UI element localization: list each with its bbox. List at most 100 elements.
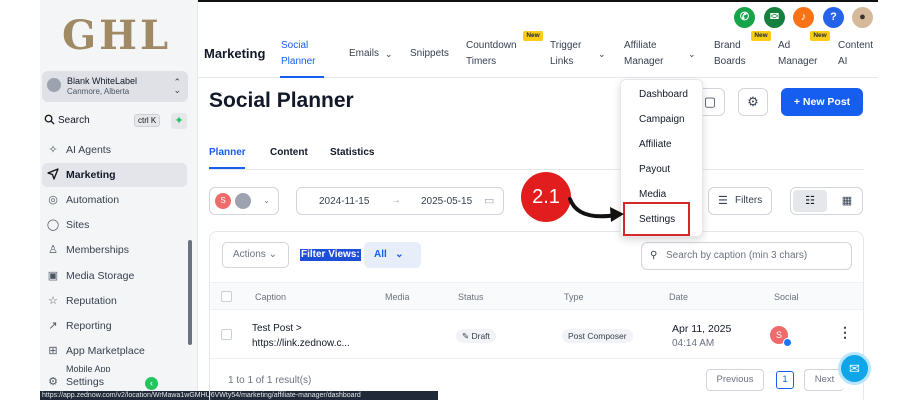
sidebar-search[interactable]: Search ctrl K xyxy=(42,112,168,130)
sidebar-item-media-storage[interactable]: ▣ Media Storage xyxy=(42,264,187,288)
tab-ad-manager[interactable]: Ad Manager xyxy=(778,38,817,70)
account-avatar xyxy=(47,78,61,92)
more-options-icon[interactable]: ⋮ xyxy=(838,324,852,341)
filter-views-select[interactable]: All ⌄ xyxy=(364,242,421,268)
select-all-checkbox[interactable] xyxy=(221,291,232,302)
annotation-arrow xyxy=(568,197,624,222)
menu-item-media[interactable]: Media xyxy=(639,189,666,200)
calendar-view-icon[interactable]: ▦ xyxy=(834,190,860,212)
tab-label: Trigger Links xyxy=(550,40,582,67)
filter-views-label: Filter Views: xyxy=(300,249,361,261)
date-to: 2025-05-15 xyxy=(421,196,473,207)
menu-item-dashboard[interactable]: Dashboard xyxy=(639,89,688,100)
column-caption: Caption xyxy=(255,292,287,302)
sidebar-item-reputation[interactable]: ☆ Reputation xyxy=(42,289,187,313)
chevron-down-icon: ⌄ xyxy=(268,249,277,260)
filter-views-value: All xyxy=(374,249,387,260)
tab-brand-boards[interactable]: Brand Boards xyxy=(714,38,746,70)
chat-widget-button[interactable]: ✉ xyxy=(838,352,871,385)
collapse-sidebar-button[interactable]: ‹ xyxy=(145,377,158,390)
post-date: Apr 11, 2025 xyxy=(672,323,732,335)
grid-icon: ⊞ xyxy=(48,345,58,357)
tab-label: Ad Manager xyxy=(778,40,818,67)
tab-content[interactable]: Content xyxy=(270,147,308,158)
sparkle-icon: ✧ xyxy=(48,144,58,156)
user-avatar[interactable]: ● xyxy=(852,7,873,28)
active-tab-indicator xyxy=(280,76,324,78)
tab-snippets[interactable]: Snippets xyxy=(410,46,449,62)
menu-item-payout[interactable]: Payout xyxy=(639,164,670,175)
tab-social-planner[interactable]: Social Planner xyxy=(281,38,315,70)
sidebar-scrollbar[interactable] xyxy=(188,240,192,345)
tab-planner[interactable]: Planner xyxy=(209,147,246,158)
account-switcher[interactable]: Blank WhiteLabel Canmore, Alberta ⌃ ⌄ xyxy=(42,71,188,102)
tab-label: Affiliate Manager xyxy=(624,40,664,67)
tab-affiliate-manager[interactable]: Affiliate Manager xyxy=(624,38,663,70)
list-view-icon[interactable]: ☷ xyxy=(793,190,827,212)
current-page[interactable]: 1 xyxy=(776,371,794,389)
account-location: Canmore, Alberta xyxy=(67,87,130,96)
chevron-down-icon: ⌄ xyxy=(263,196,270,205)
quick-action-icon[interactable]: ✦ xyxy=(171,113,187,129)
sidebar-item-marketing[interactable]: Marketing xyxy=(42,163,187,187)
chevron-down-icon: ⌄ xyxy=(395,249,404,260)
top-navigation: Marketing Social Planner Emails ⌄ Snippe… xyxy=(198,30,878,78)
page-title: Social Planner xyxy=(209,89,354,112)
caption-link[interactable]: https://link.zednow.c... xyxy=(252,338,350,349)
result-count: 1 to 1 of 1 result(s) xyxy=(228,375,312,386)
gear-icon: ⚙ xyxy=(48,376,58,388)
column-media: Media xyxy=(385,292,410,302)
table-row[interactable]: Test Post > https://link.zednow.c... ✎ D… xyxy=(210,311,863,359)
bell-icon[interactable]: ♪ xyxy=(793,7,814,28)
tab-label: Snippets xyxy=(410,48,449,59)
table-header: Caption Media Status Type Date Social xyxy=(210,282,863,310)
new-badge: New xyxy=(523,31,543,41)
menu-item-affiliate[interactable]: Affiliate xyxy=(639,139,672,150)
status-text: Draft xyxy=(471,331,490,341)
previous-page-button[interactable]: Previous xyxy=(706,369,764,391)
tab-label: Emails xyxy=(349,48,380,59)
tab-content-ai[interactable]: Content AI xyxy=(838,38,873,70)
help-icon[interactable]: ? xyxy=(823,7,844,28)
sidebar-item-sites[interactable]: ◯ Sites xyxy=(42,213,187,237)
brand-logo: GHL xyxy=(62,12,172,59)
sidebar-item-label: App Marketplace xyxy=(66,345,145,357)
sidebar-item-label: Media Storage xyxy=(66,270,135,282)
sidebar-item-label: Memberships xyxy=(66,244,130,256)
filters-button[interactable]: ☰ Filters xyxy=(708,187,772,215)
sidebar-item-reporting[interactable]: ↗ Reporting xyxy=(42,314,187,338)
caption-search-input[interactable]: ⚲ Search by caption (min 3 chars) xyxy=(641,242,852,270)
ribbon-icon: ♙ xyxy=(48,244,58,256)
new-post-button[interactable]: + New Post xyxy=(781,88,863,116)
tab-label: Content AI xyxy=(838,40,874,67)
calendar-icon: ▭ xyxy=(484,195,495,207)
chevron-down-icon: ⌄ xyxy=(385,49,393,59)
tab-statistics[interactable]: Statistics xyxy=(330,147,374,158)
settings-icon-button[interactable]: ⚙ xyxy=(738,88,768,116)
filter-icon: ☰ xyxy=(718,195,728,207)
subtabs-divider xyxy=(209,169,864,170)
sidebar-item-label: Automation xyxy=(66,194,120,206)
menu-item-campaign[interactable]: Campaign xyxy=(639,114,685,125)
sidebar-item-label: Reporting xyxy=(66,320,112,332)
sidebar-item-label: Sites xyxy=(66,219,90,231)
tab-countdown-timers[interactable]: Countdown Timers xyxy=(466,38,517,70)
social-account-picker[interactable]: S ⌄ xyxy=(209,187,279,215)
sidebar-item-memberships[interactable]: ♙ Memberships xyxy=(42,238,187,262)
chat-icon: ✉ xyxy=(849,361,860,376)
gear-icon: ⚙ xyxy=(747,94,759,109)
date-range-picker[interactable]: 2024-11-15 → 2025-05-15 ▭ xyxy=(296,187,504,215)
column-status: Status xyxy=(458,292,484,302)
tab-emails[interactable]: Emails xyxy=(349,46,379,62)
phone-icon[interactable]: ✆ xyxy=(734,7,755,28)
actions-dropdown[interactable]: Actions ⌄ xyxy=(222,242,289,268)
tab-trigger-links[interactable]: Trigger Links xyxy=(550,38,581,70)
megaphone-icon[interactable]: ✉ xyxy=(764,7,785,28)
sidebar-item-app-marketplace[interactable]: ⊞ App Marketplace xyxy=(42,339,187,363)
row-checkbox[interactable] xyxy=(221,329,232,340)
avatar-initial: S xyxy=(775,330,782,340)
sidebar-item-automation[interactable]: ◎ Automation xyxy=(42,188,187,212)
plus-icon: + xyxy=(793,96,803,108)
sidebar-item-ai-agents[interactable]: ✧ AI Agents xyxy=(42,138,187,162)
caption-line: Test Post > xyxy=(252,323,302,334)
